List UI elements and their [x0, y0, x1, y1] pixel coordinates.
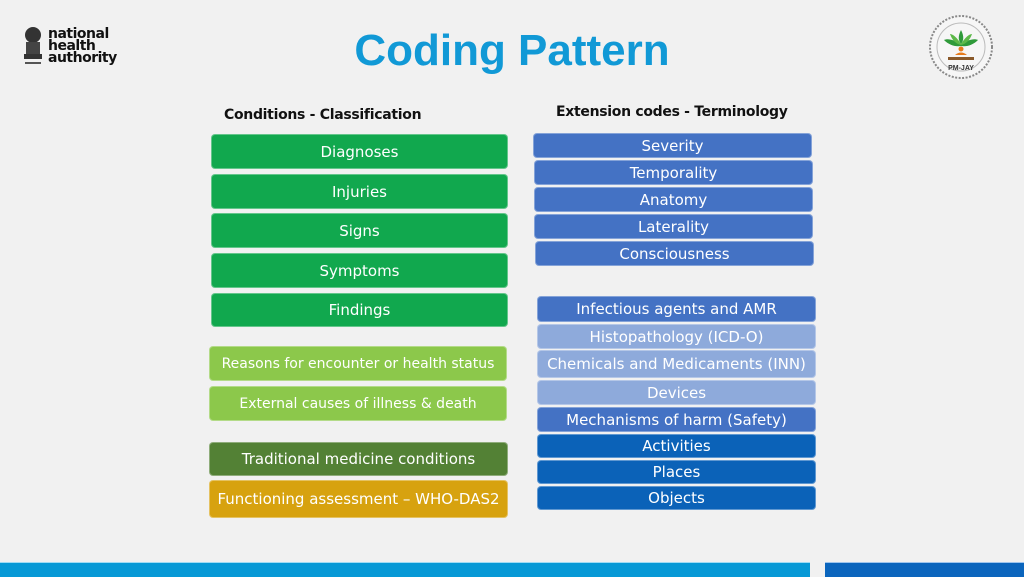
extension-histopathology: Histopathology (ICD-O) [537, 324, 816, 349]
condition-signs: Signs [211, 213, 508, 248]
condition-label: External causes of illness & death [239, 395, 477, 412]
extension-label: Places [652, 463, 701, 481]
extension-label: Consciousness [619, 244, 730, 263]
page-title: Coding Pattern [354, 26, 670, 75]
extension-label: Severity [641, 136, 704, 155]
condition-functioning-assessment: Functioning assessment – WHO-DAS2 [209, 480, 508, 518]
extension-anatomy: Anatomy [534, 187, 813, 212]
extension-label: Infectious agents and AMR [576, 300, 777, 318]
condition-external-causes: External causes of illness & death [209, 386, 507, 421]
extension-infectious-agents: Infectious agents and AMR [537, 296, 816, 322]
condition-label: Functioning assessment – WHO-DAS2 [217, 490, 500, 508]
extension-activities: Activities [537, 434, 816, 458]
extension-mechanisms-of-harm: Mechanisms of harm (Safety) [537, 407, 816, 432]
condition-injuries: Injuries [211, 174, 508, 209]
extension-label: Objects [648, 489, 705, 507]
condition-reasons-for-encounter: Reasons for encounter or health status [209, 346, 507, 381]
condition-label: Findings [328, 301, 391, 319]
condition-label: Injuries [332, 182, 387, 201]
condition-label: Traditional medicine conditions [241, 450, 476, 468]
footer-bar-left [0, 562, 810, 577]
extension-label: Devices [646, 383, 707, 402]
extension-label: Activities [642, 437, 711, 455]
extension-label: Chemicals and Medicaments (INN) [547, 355, 806, 373]
extension-consciousness: Consciousness [535, 241, 814, 266]
conditions-heading: Conditions - Classification [224, 107, 422, 123]
extension-laterality: Laterality [534, 214, 813, 239]
footer-bar-right [825, 562, 1024, 577]
extension-label: Histopathology (ICD-O) [589, 327, 764, 346]
condition-label: Diagnoses [320, 142, 399, 161]
extension-severity: Severity [533, 133, 812, 158]
condition-label: Symptoms [319, 261, 400, 280]
extension-places: Places [537, 460, 816, 484]
extension-temporality: Temporality [534, 160, 813, 185]
condition-symptoms: Symptoms [211, 253, 508, 288]
condition-findings: Findings [211, 293, 508, 327]
extension-codes-heading: Extension codes - Terminology [556, 104, 788, 120]
condition-label: Signs [339, 221, 380, 240]
extension-devices: Devices [537, 380, 816, 405]
extension-label: Temporality [629, 163, 718, 182]
extension-chemicals-medicaments: Chemicals and Medicaments (INN) [537, 350, 816, 378]
extension-objects: Objects [537, 486, 816, 510]
condition-traditional-medicine: Traditional medicine conditions [209, 442, 508, 476]
extension-label: Mechanisms of harm (Safety) [566, 410, 787, 429]
condition-diagnoses: Diagnoses [211, 134, 508, 169]
extension-label: Anatomy [639, 190, 708, 209]
condition-label: Reasons for encounter or health status [221, 355, 495, 372]
extension-label: Laterality [637, 217, 710, 236]
